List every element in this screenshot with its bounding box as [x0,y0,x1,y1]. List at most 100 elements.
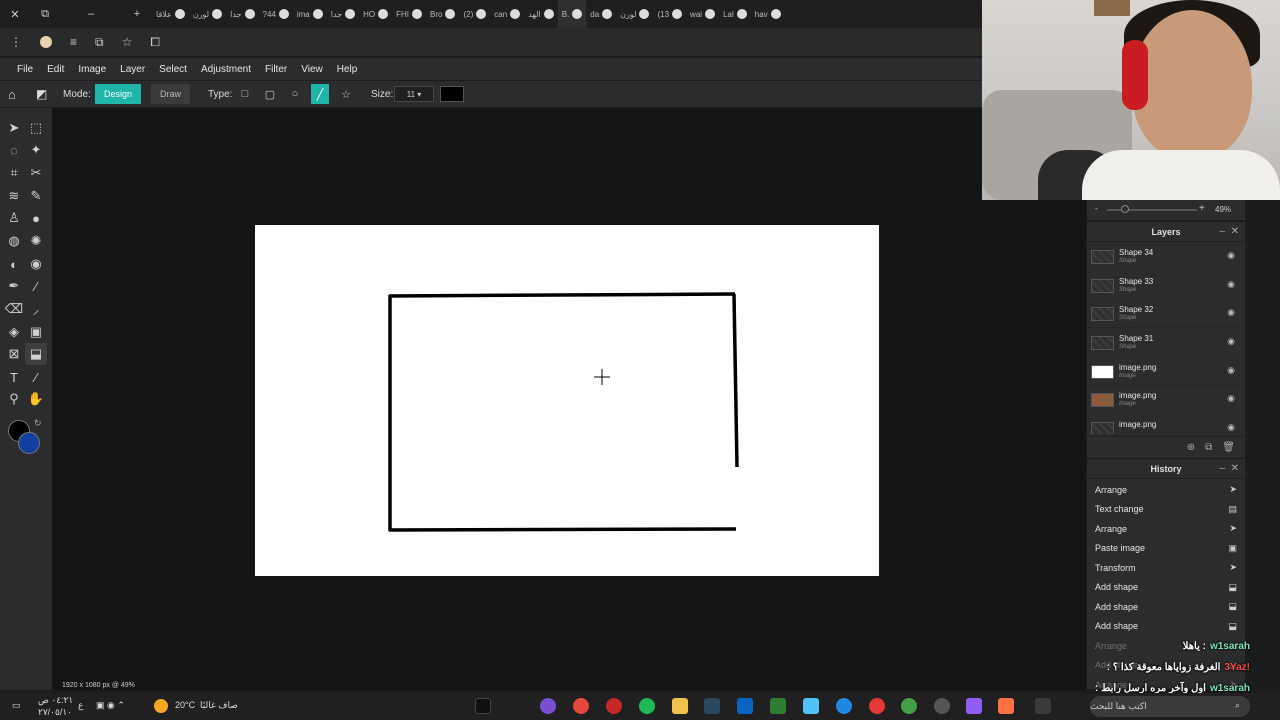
marquee-tool-icon[interactable]: ⬚ [25,117,47,139]
menu-edit[interactable]: Edit [40,64,71,75]
layer-row[interactable]: Shape 33 Shape ◉ [1087,271,1245,300]
clock-time[interactable]: ٠٤:٢١ ص [38,695,73,706]
history-item[interactable]: Arrange ➤ [1087,480,1245,500]
mixer-brush-tool-icon[interactable]: ⸝ [25,298,47,320]
browser-tab[interactable]: جدا [226,0,258,28]
crop-tool-icon[interactable]: ⌗ [3,162,25,184]
browser-tab[interactable]: da [586,0,616,28]
slice-tool-icon[interactable]: ✂ [25,162,47,184]
liquify-tool-icon[interactable]: ≋ [3,185,25,207]
weather-icon[interactable] [154,699,168,713]
clock-date[interactable]: ٢٧/٠٥/١٠ [38,707,72,718]
menu-layer[interactable]: Layer [113,64,152,75]
background-color-swatch[interactable] [18,432,40,454]
menu-help[interactable]: Help [330,64,365,75]
zoom-tool-icon[interactable]: ⚲ [3,388,25,410]
layer-row[interactable]: Shape 31 Shape ◉ [1087,328,1245,357]
menu-adjustment[interactable]: Adjustment [194,64,258,75]
window-restore-icon[interactable]: ⧉ [30,8,60,21]
browser-tab[interactable]: جدا [327,0,359,28]
app-icon-3[interactable] [770,698,786,714]
mode-draw-button[interactable]: Draw [151,84,191,104]
color-replace-tool-icon[interactable]: ◉ [25,253,47,275]
settings-app-icon[interactable] [934,698,950,714]
layer-row[interactable]: Shape 32 Shape ◉ [1087,299,1245,329]
browser-tab[interactable]: wai [686,0,719,28]
language-indicator[interactable]: ع [78,700,83,711]
steam-app-icon[interactable] [704,698,720,714]
browser-tab[interactable]: (13 [653,0,686,28]
stroke-color-swatch[interactable] [440,86,464,102]
app-icon-6[interactable] [998,698,1014,714]
browser-tab[interactable]: hav [751,0,785,28]
move-tool-icon[interactable]: ➤ [3,117,25,139]
browser-tab[interactable]: ?44 [259,0,293,28]
menu-dots-icon[interactable]: ⋮ [10,35,22,49]
visibility-eye-icon[interactable]: ◉ [1227,279,1235,290]
layer-row[interactable]: Shape 34 Shape ◉ [1087,242,1245,271]
magic-wand-tool-icon[interactable]: ✦ [25,139,47,161]
browser-tab[interactable]: علاقا [152,0,189,28]
visibility-eye-icon[interactable]: ◉ [1227,336,1235,347]
size-input[interactable]: 11 ▾ [394,86,434,102]
red-eye-tool-icon[interactable]: ◐ [3,253,25,275]
spotify-app-icon[interactable] [639,698,655,714]
sponge-tool-icon[interactable]: ✺ [25,230,47,252]
browser-tab[interactable]: can [490,0,524,28]
history-item[interactable]: Add shape ⬓ [1087,578,1245,598]
blur-tool-icon[interactable]: ● [25,207,47,229]
menu-image[interactable]: Image [71,64,113,75]
task-view-icon[interactable] [1035,698,1051,714]
profile-icon[interactable] [40,36,52,48]
browser-tab[interactable]: Lal [719,0,751,28]
swap-colors-icon[interactable]: ↻ [34,418,42,429]
history-item[interactable]: Add shape ⬓ [1087,597,1245,617]
zoom-in-button[interactable]: + [1199,203,1205,214]
window-close-icon[interactable]: ✕ [0,8,30,21]
weather-text[interactable]: صاف غالبًا [200,700,238,711]
zoom-slider-handle[interactable] [1121,205,1129,213]
chrome-app-icon[interactable] [573,698,589,714]
panel-controls-icon[interactable]: – ✕ [1220,463,1240,474]
lasso-tool-icon[interactable]: ◌ [3,139,25,161]
type-tool-icon[interactable]: T [3,366,25,388]
new-group-icon[interactable]: ⊕ [1187,442,1195,453]
app-icon-1[interactable] [540,698,556,714]
visibility-eye-icon[interactable]: ◉ [1227,393,1235,404]
shape-tool-icon[interactable]: ◩ [36,81,47,107]
paint-bucket-tool-icon[interactable]: ◈ [3,321,25,343]
browser-tab[interactable]: الهد [524,0,558,28]
browser-tab[interactable]: ima [293,0,327,28]
menu-file[interactable]: File [10,64,40,75]
app-icon-2[interactable] [606,698,622,714]
history-item[interactable]: Transform ➤ [1087,558,1245,578]
history-item[interactable]: Paste image ▣ [1087,539,1245,559]
new-tab-icon[interactable]: + [122,8,152,20]
eraser-tool-icon[interactable]: ⌫ [3,298,25,320]
document-canvas[interactable] [255,225,879,576]
rectangle-type-icon[interactable]: □ [236,81,254,107]
tiktok-app-icon[interactable] [475,698,491,714]
menu-filter[interactable]: Filter [258,64,294,75]
layer-row[interactable]: image.png Image ◉ [1087,357,1245,386]
pen-tool-icon[interactable]: ✒ [3,275,25,297]
panel-controls-icon[interactable]: – ✕ [1220,226,1240,237]
custom-shape-type-icon[interactable]: ☆ [337,81,355,107]
extensions-icon[interactable]: ⧉ [95,35,104,50]
browser-tab[interactable]: (2) [459,0,490,28]
browser-tab[interactable]: FHI [392,0,426,28]
browser-tab[interactable]: Bro [426,0,459,28]
tray-icons[interactable]: ▣ ◉ ⌃ [96,700,125,711]
history-item[interactable]: Arrange ➤ [1087,519,1245,539]
gradient-tool-icon[interactable]: ▣ [25,321,47,343]
app-icon-5[interactable] [869,698,885,714]
xbox-app-icon[interactable] [901,698,917,714]
file-explorer-icon[interactable] [672,698,688,714]
copilot-app-icon[interactable] [966,698,982,714]
browser-tab[interactable]: لورن [189,0,226,28]
ellipse-type-icon[interactable]: ○ [286,81,304,107]
bookmark-star-icon[interactable]: ☆ [122,35,133,49]
outlook-app-icon[interactable] [737,698,753,714]
notification-icon[interactable]: ▭ [12,700,21,711]
browser-tab[interactable]: B. [557,0,587,28]
